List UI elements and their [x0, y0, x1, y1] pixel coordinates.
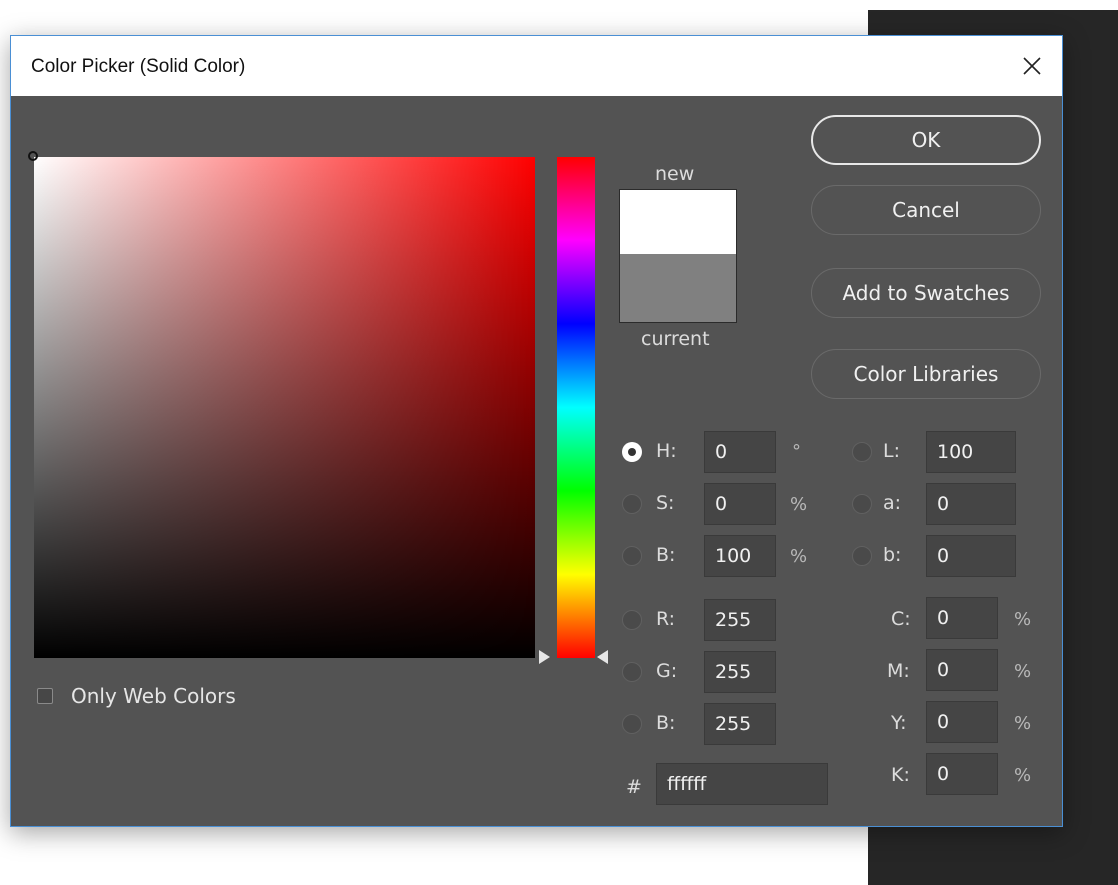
- k-input[interactable]: 0: [926, 753, 998, 795]
- s-label: S:: [656, 492, 675, 514]
- m-unit: %: [1014, 661, 1032, 682]
- l-input[interactable]: 100: [926, 431, 1016, 473]
- l-label: L:: [883, 440, 900, 462]
- b-input[interactable]: 100: [704, 535, 776, 577]
- only-web-colors-label: Only Web Colors: [71, 684, 236, 708]
- swatch-preview: [619, 189, 737, 323]
- s-unit: %: [790, 494, 808, 515]
- current-swatch-label: current: [641, 328, 710, 350]
- y-label: Y:: [891, 712, 907, 734]
- lab-b-input[interactable]: 0: [926, 535, 1016, 577]
- only-web-colors-option[interactable]: Only Web Colors: [37, 684, 236, 708]
- c-input[interactable]: 0: [926, 597, 998, 639]
- h-radio[interactable]: [622, 442, 642, 462]
- new-swatch-label: new: [655, 163, 695, 185]
- m-input[interactable]: 0: [926, 649, 998, 691]
- title-bar: Color Picker (Solid Color): [11, 36, 1062, 96]
- l-radio[interactable]: [852, 442, 872, 462]
- lab-b-radio[interactable]: [852, 546, 872, 566]
- close-button[interactable]: [1002, 36, 1062, 96]
- a-label: a:: [883, 492, 902, 514]
- hex-prefix: #: [626, 776, 642, 798]
- h-input[interactable]: 0: [704, 431, 776, 473]
- g-label: G:: [656, 660, 678, 682]
- c-unit: %: [1014, 609, 1032, 630]
- k-label: K:: [891, 764, 910, 786]
- ok-button[interactable]: OK: [811, 115, 1041, 165]
- a-radio[interactable]: [852, 494, 872, 514]
- cancel-button[interactable]: Cancel: [811, 185, 1041, 235]
- y-unit: %: [1014, 713, 1032, 734]
- rgb-b-input[interactable]: 255: [704, 703, 776, 745]
- lab-b-label: b:: [883, 544, 902, 566]
- b-label: B:: [656, 544, 676, 566]
- new-color-swatch: [620, 190, 736, 254]
- m-label: M:: [887, 660, 910, 682]
- dialog-title: Color Picker (Solid Color): [31, 56, 246, 77]
- s-input[interactable]: 0: [704, 483, 776, 525]
- color-picker-dialog: Color Picker (Solid Color) Only Web Colo…: [10, 35, 1063, 827]
- r-radio[interactable]: [622, 610, 642, 630]
- hue-slider[interactable]: [557, 157, 595, 658]
- g-input[interactable]: 255: [704, 651, 776, 693]
- h-unit: °: [792, 441, 801, 462]
- color-libraries-button[interactable]: Color Libraries: [811, 349, 1041, 399]
- rgb-b-label: B:: [656, 712, 676, 734]
- hue-slider-left-handle-icon[interactable]: [539, 650, 550, 664]
- current-color-swatch[interactable]: [620, 254, 736, 322]
- color-field[interactable]: [28, 151, 535, 658]
- b-radio[interactable]: [622, 546, 642, 566]
- only-web-colors-checkbox[interactable]: [37, 688, 53, 704]
- c-label: C:: [891, 608, 911, 630]
- a-input[interactable]: 0: [926, 483, 1016, 525]
- hue-slider-right-handle-icon[interactable]: [597, 650, 608, 664]
- h-label: H:: [656, 440, 677, 462]
- g-radio[interactable]: [622, 662, 642, 682]
- y-input[interactable]: 0: [926, 701, 998, 743]
- color-field-marker[interactable]: [28, 151, 38, 161]
- close-icon: [1023, 57, 1041, 75]
- r-input[interactable]: 255: [704, 599, 776, 641]
- hex-input[interactable]: ffffff: [656, 763, 828, 805]
- rgb-b-radio[interactable]: [622, 714, 642, 734]
- add-to-swatches-button[interactable]: Add to Swatches: [811, 268, 1041, 318]
- s-radio[interactable]: [622, 494, 642, 514]
- b-unit: %: [790, 546, 808, 567]
- k-unit: %: [1014, 765, 1032, 786]
- r-label: R:: [656, 608, 676, 630]
